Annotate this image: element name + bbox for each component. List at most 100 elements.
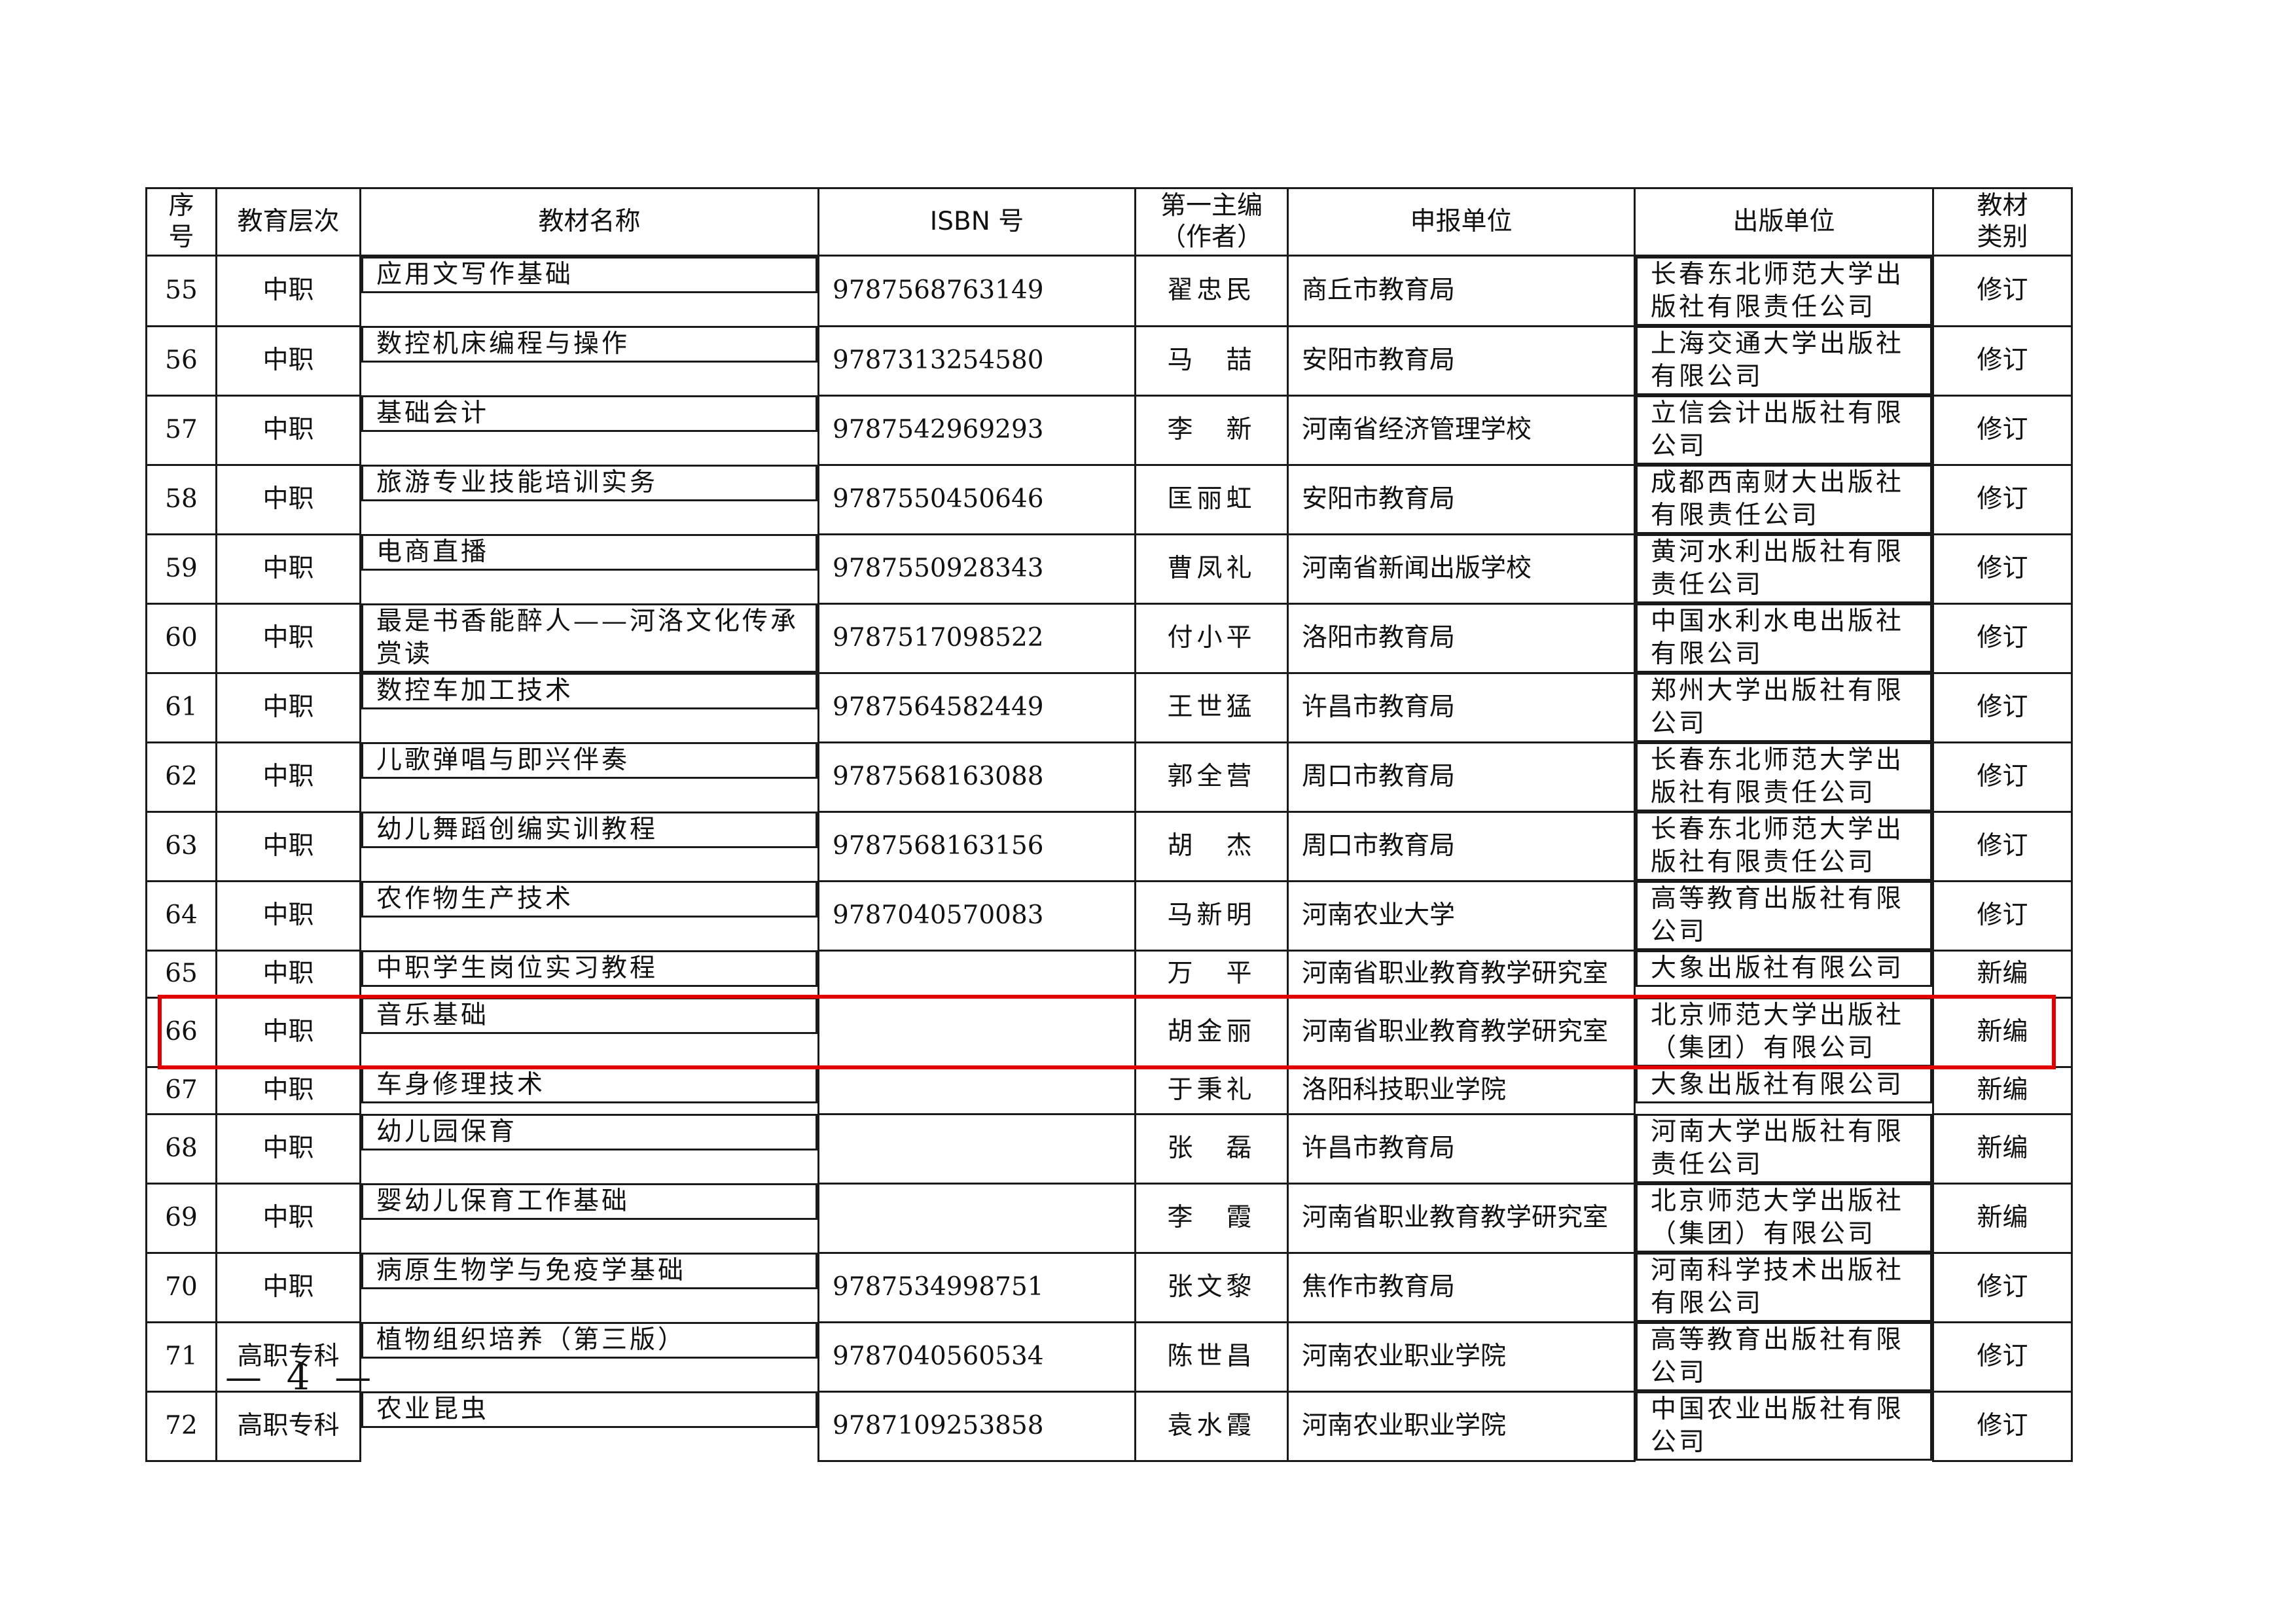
cell-level: 中职 bbox=[215, 325, 361, 397]
table-row: 55 中职 应用文写作基础 9787568763149 翟忠民 商丘市教育局 长春东北师范大… bbox=[145, 255, 2073, 327]
cell-applicant: 许昌市教育局 bbox=[1287, 1113, 1636, 1185]
header-publisher: 出版单位 bbox=[1634, 187, 1934, 257]
cell-applicant: 安阳市教育局 bbox=[1287, 325, 1636, 397]
cell-title: 最是书香能醉人——河洛文化传承赏读 bbox=[361, 603, 817, 673]
cell-applicant: 许昌市教育局 bbox=[1287, 671, 1636, 743]
table-row: 60 中职 最是书香能醉人——河洛文化传承赏读 9787517098522 付小平 洛阳市… bbox=[145, 602, 2073, 674]
cell-category: 修订 bbox=[1932, 810, 2073, 882]
cell-editor: 胡金丽 bbox=[1134, 996, 1289, 1068]
cell-applicant: 河南农业大学 bbox=[1287, 880, 1636, 952]
cell-title: 植物组织培养（第三版） bbox=[361, 1322, 817, 1359]
cell-category: 修订 bbox=[1932, 255, 2073, 327]
cell-publisher: 长春东北师范大学出版社有限责任公司 bbox=[1636, 742, 1932, 812]
cell-isbn: 9787564582449 bbox=[817, 671, 1136, 743]
cell-editor: 李 新 bbox=[1134, 394, 1289, 466]
cell-isbn bbox=[817, 1182, 1136, 1254]
cell-applicant: 河南省职业教育教学研究室 bbox=[1287, 1182, 1636, 1254]
table-row: 70 中职 病原生物学与免疫学基础 9787534998751 张文黎 焦作市教育局 河南科… bbox=[145, 1251, 2073, 1323]
cell-level: 中职 bbox=[215, 1113, 361, 1185]
cell-seq: 71 bbox=[145, 1321, 217, 1393]
header-applicant: 申报单位 bbox=[1287, 187, 1636, 257]
cell-seq: 59 bbox=[145, 533, 217, 605]
cell-editor: 翟忠民 bbox=[1134, 255, 1289, 327]
cell-category: 新编 bbox=[1932, 1113, 2073, 1185]
cell-isbn: 9787550928343 bbox=[817, 533, 1136, 605]
cell-isbn: 9787568163088 bbox=[817, 741, 1136, 813]
cell-title: 幼儿园保育 bbox=[361, 1114, 817, 1150]
cell-category: 新编 bbox=[1932, 1182, 2073, 1254]
cell-category: 新编 bbox=[1932, 1065, 2073, 1115]
cell-publisher: 大象出版社有限公司 bbox=[1636, 950, 1932, 987]
cell-title: 中职学生岗位实习教程 bbox=[361, 950, 817, 987]
cell-category: 修订 bbox=[1932, 741, 2073, 813]
cell-applicant: 周口市教育局 bbox=[1287, 810, 1636, 882]
cell-title: 应用文写作基础 bbox=[361, 257, 817, 293]
cell-applicant: 商丘市教育局 bbox=[1287, 255, 1636, 327]
cell-isbn bbox=[817, 949, 1136, 999]
cell-editor: 万 平 bbox=[1134, 949, 1289, 999]
cell-category: 修订 bbox=[1932, 533, 2073, 605]
cell-publisher: 高等教育出版社有限公司 bbox=[1636, 881, 1932, 950]
cell-level: 中职 bbox=[215, 1182, 361, 1254]
table-row: 63 中职 幼儿舞蹈创编实训教程 9787568163156 胡 杰周口市教育局 长春东北… bbox=[145, 810, 2073, 882]
table-row: 69 中职 婴幼儿保育工作基础 李 霞河南省职业教育教学研究室 北京师范大学出版社（集团… bbox=[145, 1182, 2073, 1254]
cell-isbn: 9787534998751 bbox=[817, 1251, 1136, 1323]
cell-seq: 61 bbox=[145, 671, 217, 743]
cell-category: 修订 bbox=[1932, 880, 2073, 952]
cell-isbn: 9787313254580 bbox=[817, 325, 1136, 397]
cell-category: 修订 bbox=[1932, 394, 2073, 466]
cell-level: 中职 bbox=[215, 1251, 361, 1323]
cell-applicant: 河南省经济管理学校 bbox=[1287, 394, 1636, 466]
cell-seq: 64 bbox=[145, 880, 217, 952]
cell-seq: 72 bbox=[145, 1390, 217, 1462]
cell-category: 修订 bbox=[1932, 1251, 2073, 1323]
cell-seq: 70 bbox=[145, 1251, 217, 1323]
cell-seq: 57 bbox=[145, 394, 217, 466]
cell-category: 修订 bbox=[1932, 325, 2073, 397]
cell-applicant: 河南农业职业学院 bbox=[1287, 1390, 1636, 1462]
cell-applicant: 河南省职业教育教学研究室 bbox=[1287, 996, 1636, 1068]
table-row: 56 中职 数控机床编程与操作 9787313254580 马 喆安阳市教育局 上海交通大… bbox=[145, 325, 2073, 397]
cell-editor: 郭全营 bbox=[1134, 741, 1289, 813]
table-row: 62 中职 儿歌弹唱与即兴伴奏 9787568163088 郭全营 周口市教育局 长春东北师… bbox=[145, 741, 2073, 813]
cell-seq: 68 bbox=[145, 1113, 217, 1185]
table-row: 72 高职专科 农业昆虫 9787109253858 袁水霞 河南农业职业学院 中国农业出版… bbox=[145, 1390, 2073, 1462]
cell-editor: 张文黎 bbox=[1134, 1251, 1289, 1323]
cell-level: 中职 bbox=[215, 949, 361, 999]
textbook-table: 序 号 教育层次 教材名称 ISBN 号 第一主编 （作者） 申报单位 出版单位… bbox=[145, 187, 2073, 1462]
header-level: 教育层次 bbox=[215, 187, 361, 257]
cell-editor: 王世猛 bbox=[1134, 671, 1289, 743]
cell-seq: 66 bbox=[145, 996, 217, 1068]
page-number: — 4 — bbox=[225, 1356, 378, 1399]
cell-publisher: 高等教育出版社有限公司 bbox=[1636, 1322, 1932, 1391]
cell-isbn: 9787109253858 bbox=[817, 1390, 1136, 1462]
cell-title: 婴幼儿保育工作基础 bbox=[361, 1183, 817, 1220]
cell-publisher: 中国水利水电出版社有限公司 bbox=[1636, 603, 1932, 673]
cell-isbn: 9787568763149 bbox=[817, 255, 1136, 327]
table-row: 59 中职 电商直播 9787550928343 曹凤礼 河南省新闻出版学校 黄河水利出版社… bbox=[145, 533, 2073, 605]
cell-applicant: 河南农业职业学院 bbox=[1287, 1321, 1636, 1393]
cell-isbn: 9787568163156 bbox=[817, 810, 1136, 882]
cell-isbn: 9787542969293 bbox=[817, 394, 1136, 466]
cell-publisher: 河南科学技术出版社有限公司 bbox=[1636, 1253, 1932, 1322]
table-row: 58 中职 旅游专业技能培训实务 9787550450646 匡丽虹 安阳市教育局 成都西南… bbox=[145, 463, 2073, 535]
cell-level: 中职 bbox=[215, 996, 361, 1068]
cell-title: 儿歌弹唱与即兴伴奏 bbox=[361, 742, 817, 779]
cell-applicant: 安阳市教育局 bbox=[1287, 463, 1636, 535]
cell-publisher: 河南大学出版社有限责任公司 bbox=[1636, 1114, 1932, 1183]
cell-title: 旅游专业技能培训实务 bbox=[361, 465, 817, 501]
cell-seq: 69 bbox=[145, 1182, 217, 1254]
cell-level: 中职 bbox=[215, 741, 361, 813]
cell-title: 幼儿舞蹈创编实训教程 bbox=[361, 812, 817, 848]
cell-level: 中职 bbox=[215, 1065, 361, 1115]
cell-seq: 55 bbox=[145, 255, 217, 327]
cell-title: 数控机床编程与操作 bbox=[361, 326, 817, 363]
cell-publisher: 立信会计出版社有限公司 bbox=[1636, 395, 1932, 465]
cell-editor: 袁水霞 bbox=[1134, 1390, 1289, 1462]
cell-category: 新编 bbox=[1932, 949, 2073, 999]
cell-level: 中职 bbox=[215, 880, 361, 952]
header-seq: 序 号 bbox=[145, 187, 217, 257]
cell-level: 中职 bbox=[215, 463, 361, 535]
table-row: 71 高职专科 植物组织培养（第三版） 9787040560534 陈世昌 河南农业职业学… bbox=[145, 1321, 2073, 1393]
table-body: 55 中职 应用文写作基础 9787568763149 翟忠民 商丘市教育局 长春东北师范大… bbox=[145, 255, 2073, 1462]
